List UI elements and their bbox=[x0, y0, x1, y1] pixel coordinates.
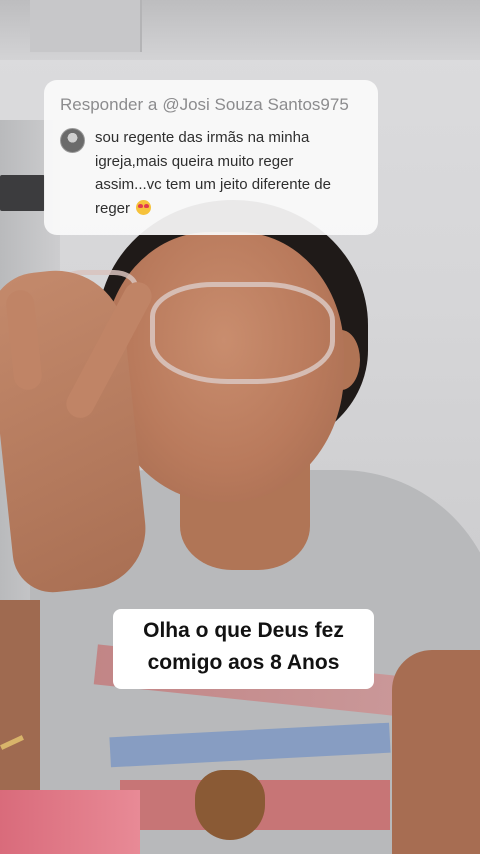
comment-line: assim...vc tem um jeito diferente de bbox=[95, 176, 331, 193]
blanket bbox=[0, 790, 140, 854]
comment-line: sou regente das irmãs na minha bbox=[95, 129, 310, 146]
reply-header: Responder a @Josi Souza Santos975 bbox=[60, 94, 362, 116]
avatar[interactable] bbox=[60, 128, 85, 153]
ceiling-panel bbox=[30, 0, 142, 52]
comment-text: sou regente das irmãs na minha igreja,ma… bbox=[95, 126, 365, 220]
reply-prefix: Responder a bbox=[60, 95, 158, 114]
comment-line-last: reger bbox=[95, 197, 365, 221]
heart-eyes-emoji-icon bbox=[136, 199, 152, 215]
shelf bbox=[0, 175, 45, 211]
caption-line: Olha o que Deus fez bbox=[143, 619, 344, 642]
right-arm bbox=[392, 650, 480, 854]
comment-line: reger bbox=[95, 199, 131, 217]
caption-line: comigo aos 8 Anos bbox=[147, 651, 340, 674]
tiger-print bbox=[195, 770, 265, 840]
reply-body: sou regente das irmãs na minha igreja,ma… bbox=[60, 126, 365, 220]
comment-line: igreja,mais queira muito reger bbox=[95, 152, 294, 170]
video-caption: Olha o que Deus fez comigo aos 8 Anos bbox=[113, 609, 374, 689]
reply-username[interactable]: @Josi Souza Santos975 bbox=[162, 94, 348, 116]
glasses bbox=[150, 282, 335, 384]
reply-comment-card[interactable]: Responder a @Josi Souza Santos975 sou re… bbox=[44, 80, 378, 235]
